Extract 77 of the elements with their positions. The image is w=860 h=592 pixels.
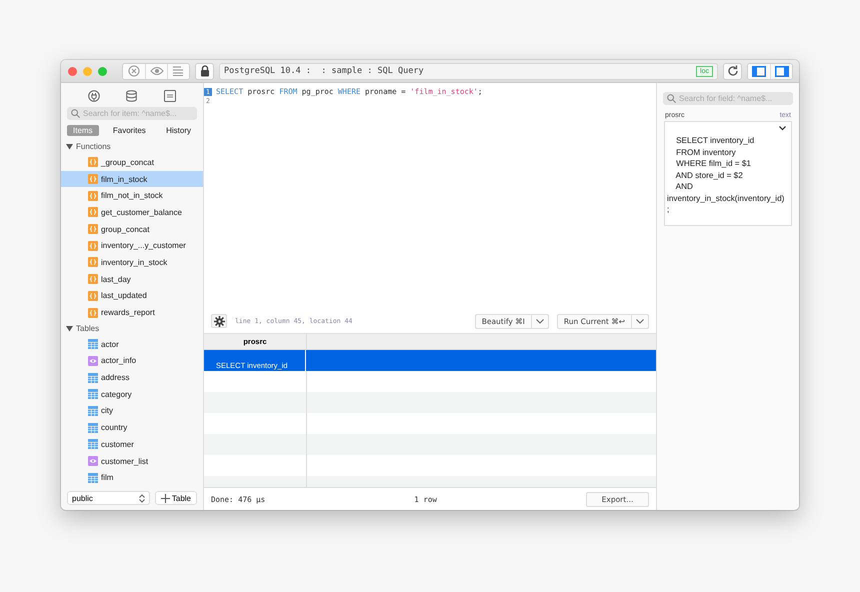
search-icon: [71, 109, 80, 118]
tree-item[interactable]: _group_concat: [61, 154, 203, 171]
plug-icon[interactable]: [88, 90, 100, 102]
table-icon: [88, 406, 98, 416]
tree-item[interactable]: film: [61, 469, 203, 486]
tree-item[interactable]: group_concat: [61, 220, 203, 238]
eye-icon: [150, 66, 164, 76]
tree-item[interactable]: city: [61, 402, 203, 420]
database-icon[interactable]: [126, 90, 138, 102]
function-icon: [88, 257, 98, 268]
chevron-down-icon: [636, 318, 644, 324]
chevron-down-icon: [536, 318, 544, 324]
sql-file-icon[interactable]: [164, 90, 176, 102]
tree-item[interactable]: customer: [61, 436, 203, 453]
function-icon: [88, 290, 98, 301]
left-panel-toggle[interactable]: [748, 64, 770, 78]
sidebar-left-icon: [752, 66, 766, 76]
window-title: PostgreSQL 10.4 : : sample : SQL Query: [224, 66, 424, 76]
tree-item[interactable]: get_customer_balance: [61, 204, 203, 221]
eye-icon: [88, 456, 98, 466]
schema-select[interactable]: public: [67, 491, 150, 505]
add-table-button[interactable]: Table: [154, 491, 197, 505]
sidebar-tab[interactable]: History: [160, 125, 197, 136]
chevron-down-icon: [779, 126, 786, 131]
function-icon: [88, 308, 98, 318]
plus-icon: [160, 494, 170, 502]
table-icon: [88, 422, 98, 433]
tree-item[interactable]: film_in_stock: [61, 170, 203, 188]
tree-item[interactable]: rewards_report: [61, 304, 203, 321]
settings-button[interactable]: [211, 314, 227, 328]
tree-item[interactable]: actor_info: [61, 352, 203, 370]
search-field[interactable]: Search for item: ^name$...: [67, 107, 197, 120]
updown-icon: [138, 494, 145, 502]
list-button[interactable]: [167, 64, 189, 78]
table-icon: [88, 339, 98, 350]
tree-item[interactable]: customer_list: [61, 452, 203, 470]
function-icon: [88, 190, 98, 201]
tree-item[interactable]: category: [61, 386, 203, 403]
close-button[interactable]: [68, 66, 77, 76]
sidebar-tab[interactable]: Favorites: [106, 125, 152, 136]
tree-item[interactable]: film_not_in_stock: [61, 187, 203, 204]
function-icon: [88, 207, 98, 218]
tree-item[interactable]: inventory_in_stock: [61, 254, 203, 271]
tree-item[interactable]: actor: [61, 336, 203, 353]
function-icon: [88, 157, 98, 168]
lock-icon: [200, 65, 210, 77]
function-icon: [88, 240, 98, 251]
search-icon: [667, 94, 676, 103]
table-icon: [88, 372, 98, 383]
tree-item[interactable]: country: [61, 419, 203, 436]
tree-item[interactable]: last_day: [61, 270, 203, 288]
search-field[interactable]: Search for field: ^name$...: [663, 92, 793, 105]
refresh-icon: [726, 65, 738, 77]
value-field[interactable]: SELECT inventory_id FROM inventory WHERE film_id = $1 AND store_id = $2 AND inventory_in_stock(inventory_id) ;: [664, 121, 792, 226]
lock-button[interactable]: [195, 62, 214, 80]
disclosure-triangle-icon: [66, 143, 73, 150]
disclosure-triangle-icon: [66, 324, 73, 332]
tree-item[interactable]: last_updated: [61, 288, 203, 304]
table-icon: [88, 472, 98, 483]
function-icon: [88, 224, 98, 234]
refresh-button[interactable]: [723, 62, 742, 80]
lines-icon: [172, 66, 185, 76]
stop-button[interactable]: [123, 64, 145, 78]
function-icon: [88, 274, 98, 284]
table-icon: [88, 389, 98, 400]
tree-item[interactable]: address: [61, 369, 203, 386]
stop-icon: [128, 65, 140, 77]
tree-item[interactable]: inventory_...y_customer: [61, 237, 203, 254]
preview-button[interactable]: [145, 64, 167, 78]
right-panel-toggle[interactable]: [770, 64, 792, 78]
sidebar-right-icon: [774, 66, 788, 76]
eye-icon: [88, 356, 98, 366]
tree-section[interactable]: Functions: [61, 139, 203, 154]
function-icon: [88, 174, 98, 184]
tree-section[interactable]: Tables: [61, 320, 203, 336]
table-icon: [88, 439, 98, 450]
gear-icon: [214, 316, 224, 326]
